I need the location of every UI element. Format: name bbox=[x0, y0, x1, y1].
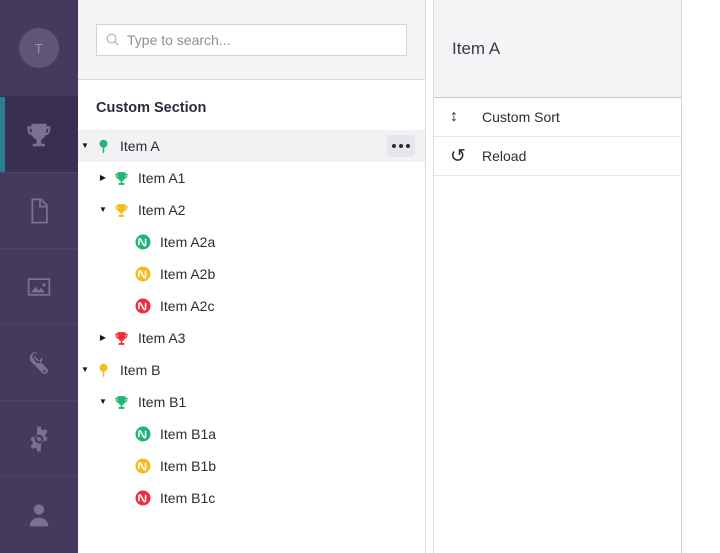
avatar-cell[interactable]: T bbox=[0, 0, 78, 96]
tree-row[interactable]: Item B1a bbox=[78, 418, 425, 450]
wave-circle-icon bbox=[132, 297, 154, 315]
rail-item-gear[interactable] bbox=[0, 400, 78, 476]
trophy-icon bbox=[114, 171, 128, 185]
trophy-icon bbox=[27, 123, 51, 146]
tree-row-label: Item B1a bbox=[160, 426, 217, 442]
avatar[interactable]: T bbox=[19, 28, 59, 68]
tree-row[interactable]: Item B1b bbox=[78, 450, 425, 482]
user-icon bbox=[29, 503, 49, 526]
rail-item-wrench[interactable] bbox=[0, 324, 78, 400]
tree-row[interactable]: ▼ Item A2 bbox=[78, 194, 425, 226]
rail-item-document[interactable] bbox=[0, 172, 78, 248]
chevron-down-icon[interactable]: ▼ bbox=[96, 206, 110, 214]
rail-item-image[interactable] bbox=[0, 248, 78, 324]
search-icon bbox=[106, 33, 119, 46]
tree-row-label: Item B1c bbox=[160, 490, 216, 506]
undo-arrow-icon: ↺ bbox=[450, 145, 466, 167]
chevron-down-icon[interactable]: ▼ bbox=[96, 398, 110, 406]
wave-circle-icon bbox=[135, 458, 151, 474]
rail-item-user[interactable] bbox=[0, 476, 78, 552]
tree-row-label: Item A2 bbox=[138, 202, 186, 218]
wave-circle-icon bbox=[132, 489, 154, 507]
page-background bbox=[682, 0, 720, 553]
wave-circle-icon bbox=[132, 233, 154, 251]
document-icon bbox=[31, 198, 48, 223]
tree-icon bbox=[92, 362, 114, 379]
chevron-down-icon[interactable]: ▼ bbox=[78, 366, 92, 374]
panel-gutter bbox=[426, 0, 434, 553]
tree-row[interactable]: Item A2b bbox=[78, 258, 425, 290]
chevron-right-icon[interactable]: ▶ bbox=[96, 334, 110, 342]
tree-icon bbox=[98, 139, 108, 153]
tree-icon bbox=[92, 138, 114, 155]
trophy-icon bbox=[110, 330, 132, 347]
tree-icon bbox=[98, 363, 108, 377]
tree-row[interactable]: ▼ Item B1 bbox=[78, 386, 425, 418]
wrench-icon bbox=[29, 351, 48, 374]
image-icon bbox=[27, 277, 51, 296]
rail-item-trophy[interactable] bbox=[0, 96, 78, 172]
gear-icon bbox=[30, 426, 48, 451]
search-input[interactable] bbox=[127, 31, 398, 48]
tree-row-label: Item A2b bbox=[160, 266, 216, 282]
detail-header: Item A bbox=[434, 0, 681, 98]
tree-panel: Custom Section ▼ Item A ▶ Item A1 ▼ Item A2 It… bbox=[78, 0, 426, 553]
tree-row[interactable]: Item B1c bbox=[78, 482, 425, 514]
search-field[interactable] bbox=[96, 23, 407, 56]
tree-row-label: Item A2c bbox=[160, 298, 215, 314]
tree-row[interactable]: ▼ Item B bbox=[78, 354, 425, 386]
tree-row-label: Item A1 bbox=[138, 170, 186, 186]
detail-menu-list: ↕ Custom Sort ↺ Reload bbox=[434, 98, 681, 176]
trophy-icon bbox=[110, 202, 132, 219]
detail-menu-item-label: Reload bbox=[482, 148, 527, 164]
chevron-right-icon[interactable]: ▶ bbox=[96, 174, 110, 182]
trophy-icon bbox=[114, 395, 128, 409]
tree-row[interactable]: Item A2c bbox=[78, 290, 425, 322]
tree-row-label: Item B1b bbox=[160, 458, 217, 474]
trophy-icon bbox=[114, 203, 128, 217]
detail-menu-item[interactable]: ↺ Reload bbox=[434, 137, 681, 176]
icon-rail: T bbox=[0, 0, 78, 553]
wave-circle-icon bbox=[132, 425, 154, 443]
trophy-icon bbox=[114, 331, 128, 345]
tree-row-label: Item A2a bbox=[160, 234, 216, 250]
tree-row-label: Item A3 bbox=[138, 330, 186, 346]
wave-circle-icon bbox=[135, 426, 151, 442]
trophy-icon bbox=[110, 394, 132, 411]
detail-title: Item A bbox=[452, 38, 501, 58]
tree-row-label: Item B bbox=[120, 362, 161, 378]
section-title: Custom Section bbox=[96, 100, 207, 116]
wave-circle-icon bbox=[132, 457, 154, 475]
tree-row[interactable]: Item A2a bbox=[78, 226, 425, 258]
tree-row[interactable]: ▶ Item A3 bbox=[78, 322, 425, 354]
tree-row[interactable]: ▼ Item A bbox=[78, 130, 425, 162]
detail-menu-item-label: Custom Sort bbox=[482, 109, 560, 125]
wave-circle-icon bbox=[135, 266, 151, 282]
detail-body bbox=[434, 176, 681, 553]
wave-circle-icon bbox=[135, 298, 151, 314]
trophy-icon bbox=[110, 170, 132, 187]
tree-row-label: Item A bbox=[120, 138, 160, 154]
tree-row[interactable]: ▶ Item A1 bbox=[78, 162, 425, 194]
wave-circle-icon bbox=[132, 265, 154, 283]
detail-menu-item[interactable]: ↕ Custom Sort bbox=[434, 98, 681, 137]
row-overflow-menu-button[interactable] bbox=[387, 135, 415, 157]
updown-arrow-icon: ↕ bbox=[450, 108, 458, 125]
avatar-initial: T bbox=[34, 40, 44, 56]
wave-circle-icon bbox=[135, 234, 151, 250]
detail-panel: Item A ↕ Custom Sort ↺ Reload bbox=[434, 0, 682, 553]
tree-row-label: Item B1 bbox=[138, 394, 187, 410]
tree-list: ▼ Item A ▶ Item A1 ▼ Item A2 Item A2a Item A2b I… bbox=[78, 130, 425, 553]
wave-circle-icon bbox=[135, 490, 151, 506]
search-bar bbox=[78, 0, 425, 80]
chevron-down-icon[interactable]: ▼ bbox=[78, 142, 92, 150]
app-root: T Type to search... Custom Section ▼ Ite… bbox=[0, 0, 720, 553]
